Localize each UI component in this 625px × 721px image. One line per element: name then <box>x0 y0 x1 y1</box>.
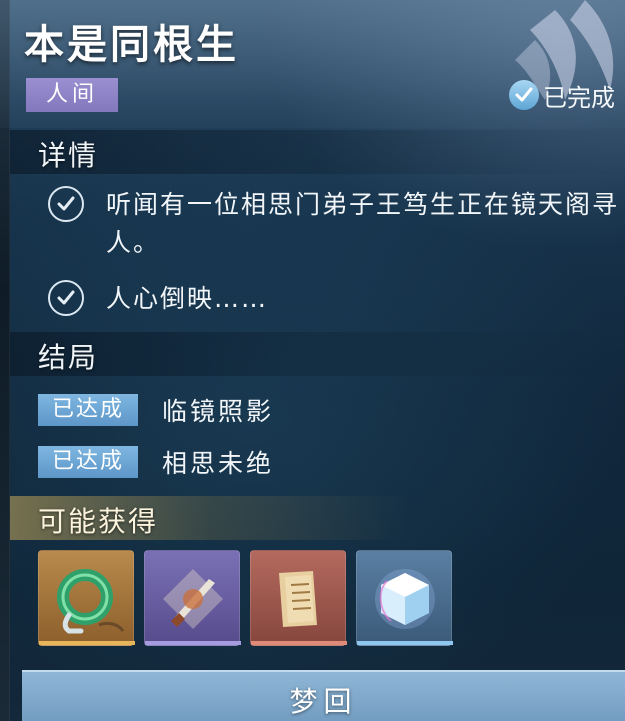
rewards-heading: 可能获得 <box>38 505 159 538</box>
ice-cube-icon <box>375 569 435 629</box>
endings-heading: 结局 <box>38 341 99 374</box>
ending-item: 已达成 临镜照影 <box>38 392 274 428</box>
scroll-page-icon <box>279 571 317 627</box>
realm-tag: 人间 <box>26 78 118 112</box>
achieved-badge: 已达成 <box>38 446 138 478</box>
check-circle-icon <box>48 280 84 316</box>
ending-name: 相思未绝 <box>162 449 275 478</box>
quest-header: 本是同根生 人间 已完成 <box>0 0 625 128</box>
detail-item: 听闻有一位相思门弟子王笃生正在镜天阁寻人。 <box>48 186 625 262</box>
rarity-strip <box>145 641 241 645</box>
achieved-badge: 已达成 <box>38 394 138 426</box>
detail-text: 人心倒映…… <box>106 284 269 313</box>
status-label: 已完成 <box>543 83 615 112</box>
rarity-strip <box>39 641 135 645</box>
reward-item-dagger[interactable] <box>144 550 241 646</box>
detail-item: 人心倒映…… <box>48 280 625 318</box>
details-heading: 详情 <box>38 139 99 172</box>
reward-item-jade-ring[interactable] <box>38 550 135 646</box>
quest-title: 本是同根生 <box>24 22 239 68</box>
checkmark-badge-icon <box>509 80 539 110</box>
endings-bar <box>10 332 625 376</box>
reward-item-scroll-page[interactable] <box>250 550 347 646</box>
detail-text: 听闻有一位相思门弟子王笃生正在镜天阁寻人。 <box>106 190 620 257</box>
check-circle-icon <box>48 186 84 222</box>
dream-return-button[interactable]: 梦回 <box>22 670 625 721</box>
rarity-strip <box>251 641 347 645</box>
dagger-icon <box>163 569 223 629</box>
reward-item-ice-cube[interactable] <box>356 550 453 646</box>
ending-item: 已达成 相思未绝 <box>38 444 274 480</box>
ending-name: 临镜照影 <box>162 397 275 426</box>
quest-panel: 本是同根生 人间 已完成 详情 听闻有一位相思门弟子王笃生正在镜天阁寻人。 人心… <box>0 0 625 721</box>
status-completed: 已完成 <box>509 78 615 112</box>
rarity-strip <box>357 641 453 645</box>
jade-ring-icon <box>57 569 125 634</box>
details-bar <box>10 130 625 174</box>
